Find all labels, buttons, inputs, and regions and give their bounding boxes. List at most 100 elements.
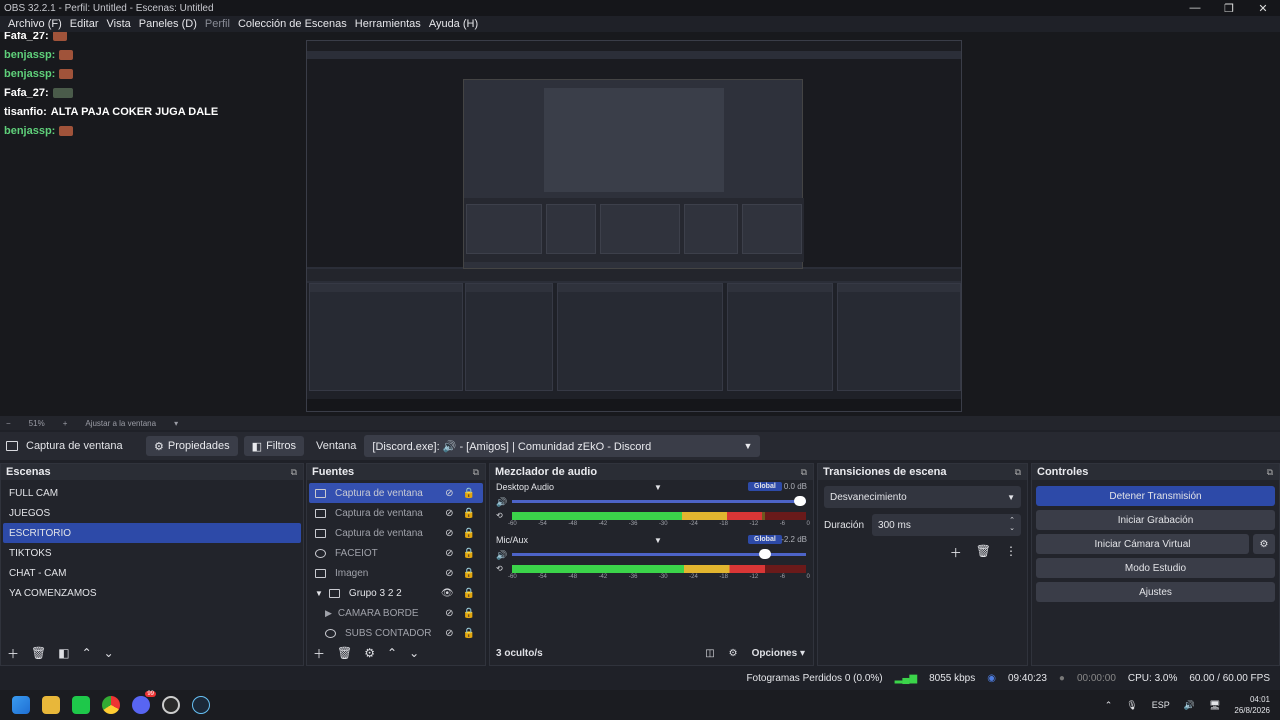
menu-editar[interactable]: Editar (66, 18, 103, 30)
menu-vista[interactable]: Vista (103, 18, 135, 30)
source-item[interactable]: Captura de ventana ⊘ 🔒 (309, 503, 483, 523)
scene-item[interactable]: FULL CAM (3, 483, 301, 503)
scene-item[interactable]: TIKTOKS (3, 543, 301, 563)
lock-icon[interactable]: 🔒 (463, 608, 475, 619)
menu-archivo[interactable]: Archivo (F) (4, 18, 66, 30)
add-scene-button[interactable]: ＋ (7, 645, 19, 662)
eye-slash-icon[interactable]: ⊘ (445, 628, 453, 639)
undock-icon[interactable]: ⧉ (801, 467, 807, 478)
source-item[interactable]: ▶ CAMARA BORDE ⊘ 🔒 (309, 603, 483, 623)
lock-icon[interactable]: 🔒 (463, 508, 475, 519)
move-up-button[interactable]: ⌃ (387, 646, 397, 660)
hidden-count[interactable]: 3 oculto/s (496, 648, 543, 659)
source-item[interactable]: SUBS CONTADOR ⊘ 🔒 (309, 623, 483, 643)
zoom-out-button[interactable]: − (6, 419, 11, 428)
menu-ayuda[interactable]: Ayuda (H) (425, 18, 482, 30)
scene-item[interactable]: CHAT - CAM (3, 563, 301, 583)
lock-icon[interactable]: 🔒 (463, 548, 475, 559)
scene-item[interactable]: JUEGOS (3, 503, 301, 523)
clock[interactable]: 04:01 26/8/2026 (1234, 694, 1270, 716)
scene-item[interactable]: YA COMENZAMOS (3, 583, 301, 603)
options-button[interactable]: Opciones ▾ (752, 648, 805, 659)
microphone-icon[interactable]: 🎙 (1126, 700, 1137, 711)
source-properties-button[interactable]: ⚙ (364, 646, 375, 660)
network-icon[interactable]: 🖥 (1209, 700, 1220, 711)
remove-scene-button[interactable]: 🗑 (31, 646, 46, 660)
eye-slash-icon[interactable]: ⊘ (445, 548, 453, 559)
spin-icon[interactable]: ⌃ ⌄ (1009, 517, 1015, 533)
volume-knob[interactable] (758, 549, 771, 559)
eye-icon[interactable]: 👁 (441, 588, 454, 599)
menu-perfil[interactable]: Perfil (201, 18, 234, 30)
zoom-in-button[interactable]: + (63, 419, 68, 428)
global-button[interactable]: Global (748, 482, 782, 491)
source-item[interactable]: FACEIOT ⊘ 🔒 (309, 543, 483, 563)
menu-paneles[interactable]: Paneles (D) (135, 18, 201, 30)
menu-herramientas[interactable]: Herramientas (351, 18, 425, 30)
properties-button[interactable]: ⚙ Propiedades (146, 436, 238, 456)
chrome-icon[interactable] (102, 696, 120, 714)
stop-stream-button[interactable]: Detener Transmisión (1036, 486, 1275, 506)
chevron-up-icon[interactable]: ⌃ (1105, 700, 1113, 711)
scene-filters-button[interactable]: ◧ (58, 646, 69, 660)
start-recording-button[interactable]: Iniciar Grabación (1036, 510, 1275, 530)
volume-knob[interactable] (794, 496, 806, 506)
eye-slash-icon[interactable]: ⊘ (445, 608, 453, 619)
window-select[interactable]: [Discord.exe]: 🔊 - [Amigos] | Comunidad … (364, 435, 761, 457)
duration-input[interactable]: 300 ms ⌃ ⌄ (872, 514, 1021, 536)
volume-slider[interactable] (512, 500, 806, 503)
filters-button[interactable]: ◧ Filtros (243, 436, 305, 456)
advanced-audio-icon[interactable]: ⚙ (729, 648, 738, 659)
scene-item[interactable]: ESCRITORIO (3, 523, 301, 543)
start-virtual-camera-button[interactable]: Iniciar Cámara Virtual (1036, 534, 1249, 554)
speaker-icon[interactable]: 🔊 (496, 550, 507, 561)
eye-slash-icon[interactable]: ⊘ (445, 528, 453, 539)
source-item[interactable]: Captura de ventana ⊘ 🔒 (309, 523, 483, 543)
eye-slash-icon[interactable]: ⊘ (445, 488, 453, 499)
maximize-button[interactable]: ❐ (1212, 2, 1246, 15)
move-up-button[interactable]: ⌃ (82, 646, 92, 660)
remove-source-button[interactable]: 🗑 (337, 646, 352, 660)
zoom-fit-label[interactable]: Ajustar a la ventana (85, 419, 156, 428)
discord-icon[interactable]: 99 (132, 691, 156, 714)
preview-canvas[interactable]: Fafa_27: benjassp: benjassp: Fafa_27: ti… (0, 32, 1280, 416)
chevron-down-icon[interactable]: ▼ (315, 589, 323, 598)
virtual-camera-settings-button[interactable]: ⚙ (1253, 534, 1275, 554)
lock-icon[interactable]: 🔒 (463, 488, 475, 499)
settings-button[interactable]: Ajustes (1036, 582, 1275, 602)
mixer-layout-icon[interactable]: ◫ (705, 648, 714, 659)
kick-icon[interactable] (72, 696, 90, 714)
global-button[interactable]: Global (748, 535, 782, 544)
move-down-button[interactable]: ⌄ (409, 646, 419, 660)
remove-transition-button[interactable]: 🗑 (976, 544, 991, 561)
undock-icon[interactable]: ⧉ (473, 467, 479, 478)
eye-slash-icon[interactable]: ⊘ (445, 508, 453, 519)
studio-mode-button[interactable]: Modo Estudio (1036, 558, 1275, 578)
windows-start-icon[interactable] (12, 696, 30, 714)
lock-icon[interactable]: 🔒 (463, 528, 475, 539)
steam-icon[interactable] (192, 696, 210, 714)
menu-coleccion[interactable]: Colección de Escenas (234, 18, 351, 30)
close-button[interactable]: ✕ (1246, 2, 1280, 15)
undock-icon[interactable]: ⧉ (1015, 467, 1021, 478)
monitor-icon[interactable]: ⟲ (496, 564, 503, 573)
obs-icon[interactable] (162, 696, 180, 714)
more-icon[interactable]: ⋮ (1005, 544, 1017, 561)
source-item[interactable]: Captura de ventana ⊘ 🔒 (309, 483, 483, 503)
source-item[interactable]: Imagen ⊘ 🔒 (309, 563, 483, 583)
source-item[interactable]: ▼ Grupo 3 2 2 👁 🔒 (309, 583, 483, 603)
undock-icon[interactable]: ⧉ (291, 467, 297, 478)
zoom-dropdown-icon[interactable]: ▾ (174, 419, 178, 428)
add-source-button[interactable]: ＋ (313, 645, 325, 662)
file-explorer-icon[interactable] (42, 696, 60, 714)
lock-icon[interactable]: 🔒 (463, 588, 475, 599)
move-down-button[interactable]: ⌄ (104, 646, 114, 660)
eye-slash-icon[interactable]: ⊘ (445, 568, 453, 579)
monitor-icon[interactable]: ⟲ (496, 511, 503, 520)
lock-icon[interactable]: 🔒 (463, 628, 475, 639)
transition-select[interactable]: Desvanecimiento ▼ (824, 486, 1021, 508)
minimize-button[interactable]: — (1178, 2, 1212, 15)
volume-icon[interactable]: 🔊 (1184, 700, 1195, 711)
undock-icon[interactable]: ⧉ (1267, 467, 1273, 478)
language-indicator[interactable]: ESP (1152, 700, 1170, 710)
